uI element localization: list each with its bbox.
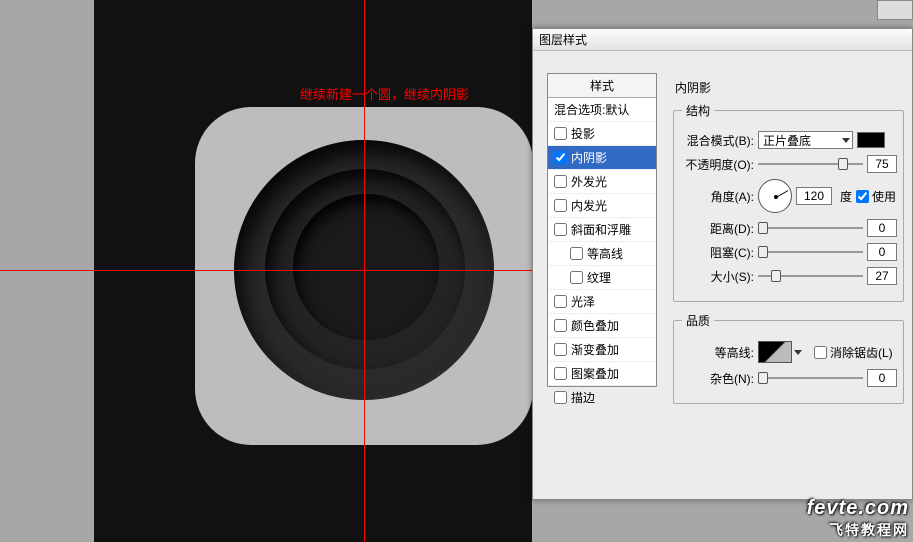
style-row-gradient-overlay[interactable]: 渐变叠加 (548, 338, 656, 362)
style-row-contour[interactable]: 等高线 (548, 242, 656, 266)
chevron-down-icon (842, 138, 850, 143)
slider-size[interactable] (758, 269, 863, 283)
structure-legend: 结构 (682, 102, 714, 119)
checkbox-satin[interactable] (554, 295, 567, 308)
checkbox-outer-glow[interactable] (554, 175, 567, 188)
checkbox-contour[interactable] (570, 247, 583, 260)
slider-opacity[interactable] (758, 157, 863, 171)
label-angle: 角度(A): (682, 188, 754, 205)
row-distance: 距离(D): 0 (682, 219, 897, 237)
style-label: 内阴影 (571, 149, 652, 166)
checkbox-inner-glow[interactable] (554, 199, 567, 212)
watermark-site: 飞特教程网 (807, 520, 909, 540)
style-row-inner-glow[interactable]: 内发光 (548, 194, 656, 218)
input-choke[interactable]: 0 (867, 243, 897, 261)
style-label: 混合选项:默认 (554, 101, 652, 118)
row-noise: 杂色(N): 0 (682, 369, 897, 387)
input-opacity[interactable]: 75 (867, 155, 897, 173)
label-noise: 杂色(N): (682, 370, 754, 387)
style-label: 纹理 (587, 269, 652, 286)
combo-value: 正片叠底 (763, 132, 811, 149)
label-size: 大小(S): (682, 268, 754, 285)
style-label: 光泽 (571, 293, 652, 310)
checkbox-stroke[interactable] (554, 391, 567, 404)
quality-group: 品质 等高线: 消除锯齿(L) 杂色(N): (673, 312, 904, 404)
style-label: 斜面和浮雕 (571, 221, 652, 238)
label-contour: 等高线: (682, 344, 754, 361)
structure-group: 结构 混合模式(B): 正片叠底 不透明度(O): 75 (673, 102, 904, 302)
style-row-texture[interactable]: 纹理 (548, 266, 656, 290)
dialog-title: 图层样式 (539, 31, 587, 48)
checkbox-use-global-input[interactable] (856, 190, 869, 203)
style-label: 渐变叠加 (571, 341, 652, 358)
layer-style-dialog: 图层样式 样式 混合选项:默认 投影 内阴影 外发光 内发光 (532, 28, 913, 500)
contour-swatch (758, 341, 792, 363)
style-row-bevel-emboss[interactable]: 斜面和浮雕 (548, 218, 656, 242)
watermark: fevte.com 飞特教程网 (807, 497, 909, 540)
settings-panel: 内阴影 结构 混合模式(B): 正片叠底 不透明度(O): 75 (667, 73, 912, 493)
watermark-domain: fevte.com (807, 497, 909, 520)
style-row-inner-shadow[interactable]: 内阴影 (548, 146, 656, 170)
checkbox-use-global-light[interactable]: 使用 (856, 188, 896, 205)
chevron-down-icon (794, 350, 802, 355)
checkbox-texture[interactable] (570, 271, 583, 284)
style-label: 颜色叠加 (571, 317, 652, 334)
style-row-pattern-overlay[interactable]: 图案叠加 (548, 362, 656, 386)
input-angle[interactable]: 120 (796, 187, 832, 205)
checkbox-inner-shadow[interactable] (554, 151, 567, 164)
label-use-global: 使用 (872, 188, 896, 205)
style-label: 图案叠加 (571, 365, 652, 382)
row-angle: 角度(A): 120 度 使用 (682, 179, 897, 213)
checkbox-drop-shadow[interactable] (554, 127, 567, 140)
color-swatch[interactable] (857, 132, 885, 148)
checkbox-gradient-overlay[interactable] (554, 343, 567, 356)
slider-choke[interactable] (758, 245, 863, 259)
checkbox-pattern-overlay[interactable] (554, 367, 567, 380)
slider-distance[interactable] (758, 221, 863, 235)
style-row-stroke[interactable]: 描边 (548, 386, 656, 410)
input-size[interactable]: 27 (867, 267, 897, 285)
style-list-header: 样式 (548, 74, 656, 98)
row-contour: 等高线: 消除锯齿(L) (682, 341, 897, 363)
section-title: 内阴影 (675, 79, 904, 96)
quality-legend: 品质 (682, 312, 714, 329)
input-distance[interactable]: 0 (867, 219, 897, 237)
style-row-outer-glow[interactable]: 外发光 (548, 170, 656, 194)
style-row-blending-options[interactable]: 混合选项:默认 (548, 98, 656, 122)
checkbox-color-overlay[interactable] (554, 319, 567, 332)
style-label: 内发光 (571, 197, 652, 214)
checkbox-antialias[interactable]: 消除锯齿(L) (814, 344, 893, 361)
label-distance: 距离(D): (682, 220, 754, 237)
angle-dial[interactable] (758, 179, 792, 213)
guide-vertical (364, 0, 365, 542)
style-label: 描边 (571, 389, 652, 406)
dialog-titlebar[interactable]: 图层样式 (533, 29, 912, 51)
slider-noise[interactable] (758, 371, 863, 385)
style-label: 等高线 (587, 245, 652, 262)
row-size: 大小(S): 27 (682, 267, 897, 285)
row-blend-mode: 混合模式(B): 正片叠底 (682, 131, 897, 149)
combo-blend-mode[interactable]: 正片叠底 (758, 131, 853, 149)
input-noise[interactable]: 0 (867, 369, 897, 387)
style-label: 外发光 (571, 173, 652, 190)
style-label: 投影 (571, 125, 652, 142)
row-opacity: 不透明度(O): 75 (682, 155, 897, 173)
annotation-text: 继续新建一个圆，继续内阴影 (300, 84, 469, 103)
row-choke: 阻塞(C): 0 (682, 243, 897, 261)
checkbox-bevel-emboss[interactable] (554, 223, 567, 236)
label-choke: 阻塞(C): (682, 244, 754, 261)
label-opacity: 不透明度(O): (682, 156, 754, 173)
label-antialias: 消除锯齿(L) (830, 344, 893, 361)
style-row-color-overlay[interactable]: 颜色叠加 (548, 314, 656, 338)
style-row-satin[interactable]: 光泽 (548, 290, 656, 314)
panel-stub-top (877, 0, 913, 20)
label-blend-mode: 混合模式(B): (682, 132, 754, 149)
style-list: 样式 混合选项:默认 投影 内阴影 外发光 内发光 斜面和浮 (547, 73, 657, 387)
checkbox-antialias-input[interactable] (814, 346, 827, 359)
shape-circle-inner (293, 194, 439, 340)
contour-picker[interactable] (758, 341, 802, 363)
label-degree: 度 (840, 188, 852, 205)
style-row-drop-shadow[interactable]: 投影 (548, 122, 656, 146)
